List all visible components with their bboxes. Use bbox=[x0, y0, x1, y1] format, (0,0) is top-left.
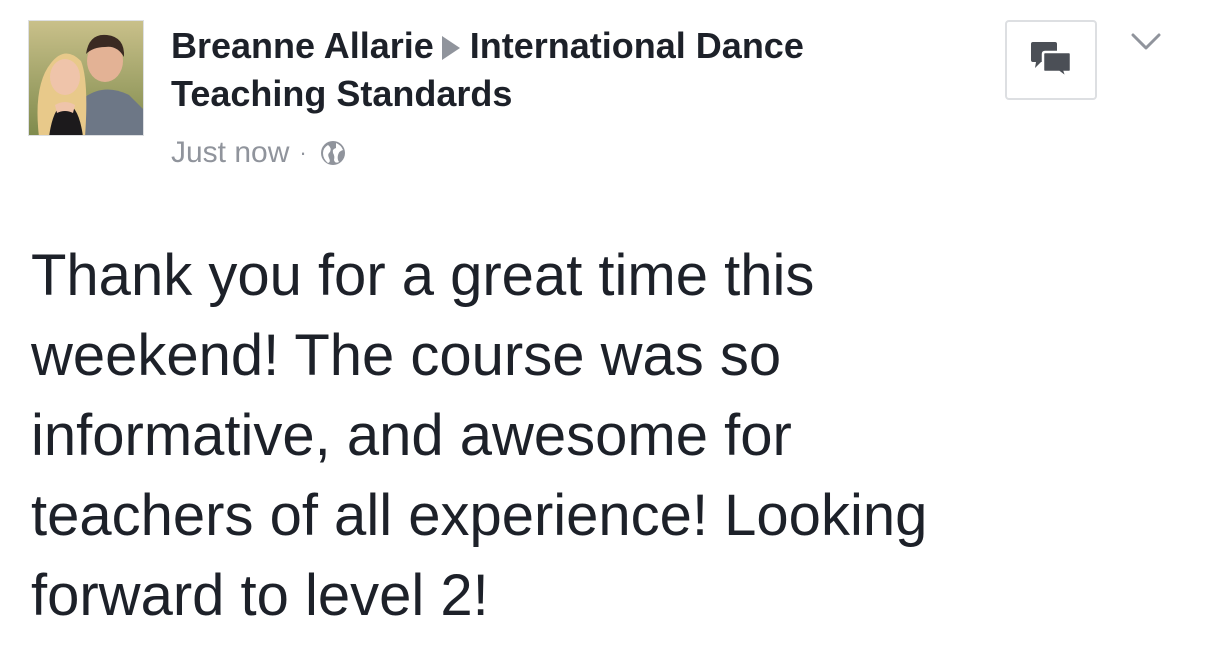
post-meta: Just now · bbox=[171, 134, 347, 172]
message-line: Thank you for a great time this bbox=[31, 243, 815, 308]
message-line: weekend! The course was so bbox=[31, 323, 782, 388]
post-options-button[interactable] bbox=[1128, 30, 1164, 54]
meta-separator: · bbox=[299, 140, 307, 165]
message-line: informative, and awesome for bbox=[31, 403, 792, 468]
group-name-line1: International Dance bbox=[469, 25, 804, 66]
avatar-photo bbox=[29, 21, 143, 135]
message-line: forward to level 2! bbox=[31, 563, 489, 628]
globe-icon[interactable] bbox=[319, 139, 347, 167]
shared-to-arrow-icon bbox=[441, 36, 460, 60]
chevron-down-icon bbox=[1131, 33, 1161, 50]
message-button[interactable] bbox=[1005, 20, 1097, 100]
post-header: Breanne Allarie International Dance Teachi… bbox=[171, 22, 961, 118]
profile-avatar[interactable] bbox=[28, 20, 144, 136]
chat-bubbles-icon bbox=[1031, 42, 1073, 80]
message-line: teachers of all experience! Looking bbox=[31, 483, 928, 548]
group-name-line2: Teaching Standards bbox=[171, 73, 513, 114]
author-name-link[interactable]: Breanne Allarie bbox=[171, 25, 434, 66]
timestamp-link[interactable]: Just now bbox=[171, 134, 289, 172]
post-message: Thank you for a great time this weekend!… bbox=[31, 236, 1181, 636]
post-card: Breanne Allarie International Dance Teachi… bbox=[0, 0, 1212, 672]
